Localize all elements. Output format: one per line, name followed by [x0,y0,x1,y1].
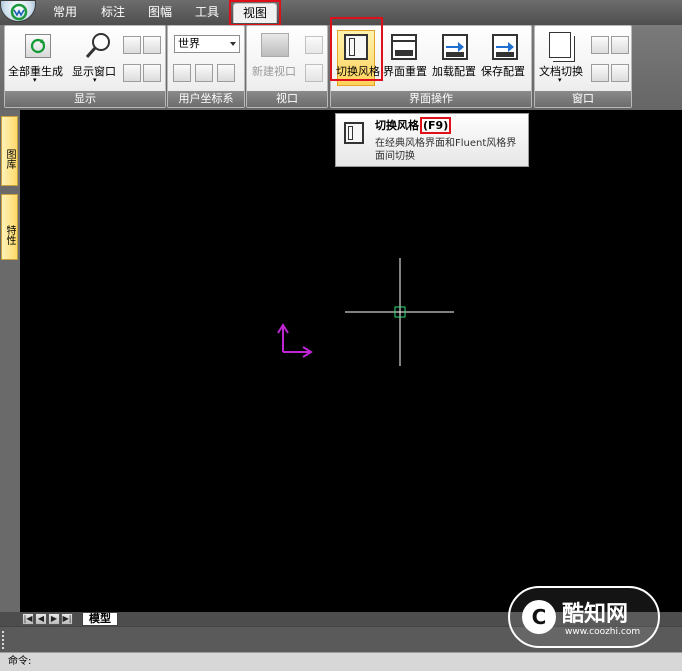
left-dock-strip: 图库 特性 [0,110,20,635]
tab-common[interactable]: 常用 [48,3,82,23]
save-config-icon [492,34,518,60]
app-logo-icon [10,3,28,21]
panel-ui-operations-title: 界面操作 [331,91,531,107]
tab-drawing-frame[interactable]: 图幅 [143,3,177,23]
next-layout-icon[interactable]: ▶ [48,613,60,625]
tile-horizontal-icon[interactable] [611,36,629,54]
grip-handle-icon[interactable] [2,631,6,649]
save-config-label: 保存配置 [481,65,525,78]
regen-dropdown-arrow-icon: ▾ [33,76,37,84]
new-viewport-label: 新建视口 [252,65,296,78]
tooltip-title: 切换风格 (F9) [375,117,452,134]
command-line[interactable]: 命令: [0,652,682,671]
view-tab-highlight [229,0,281,26]
tab-dimension[interactable]: 标注 [96,3,130,23]
tooltip-title-text: 切换风格 [375,119,419,132]
load-config-label: 加载配置 [432,65,476,78]
chevron-down-icon [230,42,236,46]
regen-icon [25,34,51,58]
magnifier-icon [83,30,115,60]
dock-tab-library[interactable]: 图库 [1,116,18,186]
pan-realtime-icon[interactable] [123,36,141,54]
viewport-layout-icon[interactable] [305,36,323,54]
load-config-icon [442,34,468,60]
command-prompt-label: 命令: [8,656,32,667]
panel-display-title: 显示 [5,91,165,107]
reset-ui-label: 界面重置 [383,65,427,78]
panel-viewport: 新建视口 视口 [246,25,328,108]
prev-layout-icon[interactable]: ◀ [35,613,47,625]
panel-window: 文档切换 ▾ 窗口 [534,25,632,108]
tile-grid-icon[interactable] [591,64,609,82]
panel-ucs: 世界 用户坐标系 [167,25,245,108]
switch-style-highlight-box [330,17,383,81]
first-layout-icon[interactable]: |◀ [22,613,34,625]
redraw-icon[interactable] [143,64,161,82]
dock-tab-properties-label: 特性 [4,225,15,245]
doc-switch-dropdown-icon: ▾ [558,76,562,84]
cascade-windows-icon[interactable] [591,36,609,54]
tab-model[interactable]: 模型 [82,612,118,626]
new-viewport-icon [261,33,289,57]
watermark-url: www.coozhi.com [565,627,641,637]
tab-tools[interactable]: 工具 [190,3,224,23]
ucs-combo[interactable]: 世界 [174,35,240,53]
reset-ui-icon [391,34,417,60]
panel-window-title: 窗口 [535,91,631,107]
doc-switch-icon [549,32,571,58]
panel-display: 全部重生成 ▾ 显示窗口 ▾ 显示 [4,25,166,108]
dock-tab-library-label: 图库 [4,149,15,169]
ucs-origin-icon[interactable] [217,64,235,82]
ucs-icon [277,323,313,358]
drawing-canvas[interactable] [20,110,682,612]
ucs-axis-icon[interactable] [173,64,191,82]
canvas-graphics [277,258,454,366]
zoom-realtime-icon[interactable] [143,36,161,54]
watermark: C 酷知网 www.coozhi.com [508,586,660,648]
tile-vertical-icon[interactable] [611,64,629,82]
viewport-clip-icon[interactable] [305,64,323,82]
ucs-3point-icon[interactable] [195,64,213,82]
panel-viewport-title: 视口 [247,91,327,107]
switch-style-tooltip: 切换风格 (F9) 在经典风格界面和Fluent风格界面间切换 [335,113,529,167]
watermark-logo-icon: C [522,600,556,634]
zoom-previous-icon[interactable] [123,64,141,82]
crosshair-cursor-icon [345,258,454,366]
application-menu-button[interactable] [0,0,36,22]
tooltip-switch-style-icon [344,122,364,144]
tooltip-description: 在经典风格界面和Fluent风格界面间切换 [375,138,517,162]
last-layout-icon[interactable]: ▶| [61,613,73,625]
ucs-combo-value: 世界 [178,37,200,50]
dock-tab-properties[interactable]: 特性 [1,194,18,260]
watermark-title: 酷知网 [562,602,629,627]
tooltip-shortcut: (F9) [420,117,452,134]
display-window-dropdown-icon: ▾ [93,76,97,84]
panel-ucs-title: 用户坐标系 [168,91,244,107]
ribbon: 全部重生成 ▾ 显示窗口 ▾ 显示 世界 用户坐标系 新建视口 视口 切换风格 … [0,17,682,110]
